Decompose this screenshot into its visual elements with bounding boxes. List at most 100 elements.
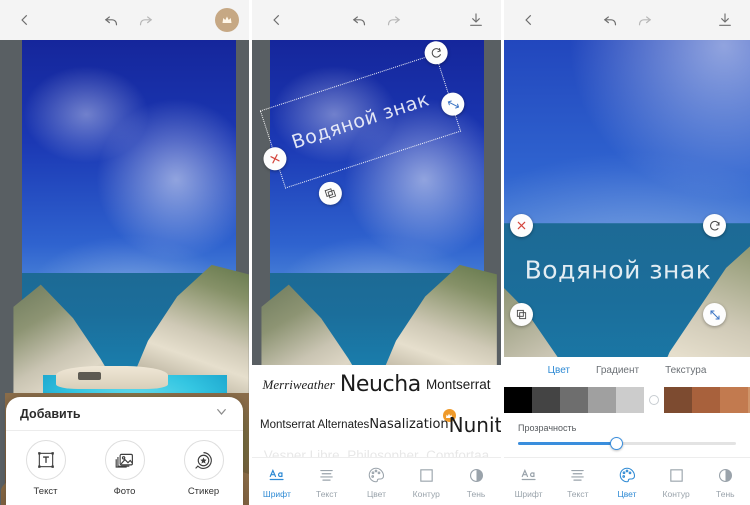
rotate-icon[interactable] xyxy=(703,214,726,237)
tab-font-label: Шрифт xyxy=(262,489,291,499)
tab-color[interactable]: Цвет xyxy=(604,464,650,499)
back-icon[interactable] xyxy=(8,3,42,37)
font-list[interactable]: Merriweather Neucha Montserrat Montserra… xyxy=(252,365,501,457)
font-option-label: Nasalization xyxy=(369,417,449,433)
opacity-slider[interactable] xyxy=(518,437,736,450)
tab-font-label: Шрифт xyxy=(514,489,543,499)
color-swatch[interactable] xyxy=(616,387,644,413)
color-swatch[interactable] xyxy=(560,387,588,413)
color-picker-toggle[interactable] xyxy=(649,395,659,405)
watermark-selection[interactable]: Водяной знак xyxy=(510,214,726,326)
font-row: Merriweather Neucha Montserrat xyxy=(252,365,501,405)
half-circle-shadow-icon xyxy=(702,464,748,486)
add-option-sticker-label: Стикер xyxy=(187,486,220,497)
undo-arrow-icon[interactable] xyxy=(593,3,627,37)
tab-color-label: Цвет xyxy=(366,489,386,499)
tab-color-label: Цвет xyxy=(617,489,637,499)
tab-outline-label: Контур xyxy=(662,489,690,499)
color-swatch[interactable] xyxy=(532,387,560,413)
back-icon[interactable] xyxy=(512,3,546,37)
color-swatch[interactable] xyxy=(588,387,616,413)
tab-outline[interactable]: Контур xyxy=(403,464,449,499)
add-option-sticker[interactable]: Стикер xyxy=(171,440,237,497)
panel-font-picker: Водяной знак Merriweather Neucha Montser… xyxy=(252,0,501,505)
tab-outline-label: Контур xyxy=(412,489,440,499)
color-swatch[interactable] xyxy=(504,387,532,413)
redo-arrow-icon[interactable] xyxy=(129,3,163,37)
download-icon[interactable] xyxy=(708,3,742,37)
font-option[interactable]: Vesper Libre xyxy=(264,448,340,457)
gray-swatches[interactable] xyxy=(504,387,644,413)
opacity-control: Прозрачность xyxy=(504,423,750,450)
color-mode-gradient[interactable]: Градиент xyxy=(596,365,639,379)
add-option-photo-label: Фото xyxy=(113,486,136,497)
opacity-slider-fill xyxy=(518,442,617,445)
tab-color[interactable]: Цвет xyxy=(353,464,399,499)
undo-arrow-icon[interactable] xyxy=(343,3,377,37)
panel3-toolbar xyxy=(504,0,750,40)
panel2-toolbar xyxy=(252,0,501,40)
editor-tabbar: Шрифт Текст Цвет Контур Тень xyxy=(504,457,750,505)
tab-shadow[interactable]: Тень xyxy=(702,464,748,499)
swatch-row xyxy=(504,387,750,413)
font-option[interactable]: Neucha xyxy=(340,373,421,396)
color-swatch[interactable] xyxy=(720,387,748,413)
panel-color-editor: Водяной знак Цвет Градиент Текстура Проз… xyxy=(504,0,750,505)
panel1-toolbar xyxy=(0,0,249,40)
brown-swatches[interactable] xyxy=(664,387,750,413)
font-option[interactable]: Montserrat Alternates xyxy=(260,419,369,431)
align-lines-icon xyxy=(304,464,350,486)
tab-text[interactable]: Текст xyxy=(555,464,601,499)
font-option[interactable]: Merriweather xyxy=(263,378,335,392)
redo-arrow-icon[interactable] xyxy=(377,3,411,37)
tab-font[interactable]: Шрифт xyxy=(506,464,552,499)
font-aa-icon xyxy=(506,464,552,486)
crown-icon[interactable] xyxy=(215,8,239,32)
chevron-down-icon[interactable] xyxy=(214,404,229,424)
tab-text[interactable]: Текст xyxy=(304,464,350,499)
palette-icon xyxy=(353,464,399,486)
add-sheet-title: Добавить xyxy=(20,406,81,421)
undo-arrow-icon[interactable] xyxy=(95,3,129,37)
color-swatch[interactable] xyxy=(664,387,692,413)
redo-arrow-icon[interactable] xyxy=(627,3,661,37)
color-mode-texture[interactable]: Текстура xyxy=(665,365,706,379)
font-option[interactable]: Philosopher xyxy=(347,448,418,457)
color-mode-solid[interactable]: Цвет xyxy=(548,365,570,379)
add-option-text-label: Текст xyxy=(33,486,58,497)
tab-font[interactable]: Шрифт xyxy=(254,464,300,499)
tab-text-label: Текст xyxy=(315,489,338,499)
opacity-slider-thumb[interactable] xyxy=(609,437,623,450)
add-bottom-sheet: Добавить Текст Фото Стикер xyxy=(6,397,243,505)
font-row-partial[interactable]: Vesper Libre Philosopher Comfortaa xyxy=(252,445,501,457)
close-x-icon[interactable] xyxy=(510,214,533,237)
duplicate-icon[interactable] xyxy=(510,303,533,326)
photo-icon xyxy=(104,440,145,480)
add-option-photo[interactable]: Фото xyxy=(92,440,158,497)
font-option[interactable]: Montserrat xyxy=(426,377,491,392)
font-option[interactable]: Nunito xyxy=(449,414,501,436)
tab-text-label: Текст xyxy=(567,489,589,499)
tab-shadow[interactable]: Тень xyxy=(453,464,499,499)
screenshot-stage: Добавить Текст Фото Стикер Водяной знак … xyxy=(0,0,750,505)
download-icon[interactable] xyxy=(459,3,493,37)
tab-shadow-label: Тень xyxy=(716,489,735,499)
resize-diagonal-icon[interactable] xyxy=(703,303,726,326)
color-mode-tabs: Цвет Градиент Текстура xyxy=(504,357,750,379)
palette-icon xyxy=(604,464,650,486)
color-swatch[interactable] xyxy=(692,387,720,413)
sticker-icon xyxy=(183,440,224,480)
square-outline-icon xyxy=(653,464,699,486)
font-option[interactable]: Comfortaa xyxy=(426,448,489,457)
square-outline-icon xyxy=(403,464,449,486)
font-option[interactable]: Nasalization xyxy=(369,409,456,433)
watermark-text[interactable]: Водяной знак xyxy=(512,256,724,285)
font-option-label: Montserrat Alternates xyxy=(260,418,370,431)
back-icon[interactable] xyxy=(260,3,294,37)
tab-outline[interactable]: Контур xyxy=(653,464,699,499)
half-circle-shadow-icon xyxy=(453,464,499,486)
font-row: Montserrat Alternates Nasalization Nunit… xyxy=(252,405,501,445)
align-lines-icon xyxy=(555,464,601,486)
add-options-row: Текст Фото Стикер xyxy=(6,431,243,497)
add-option-text[interactable]: Текст xyxy=(13,440,79,497)
